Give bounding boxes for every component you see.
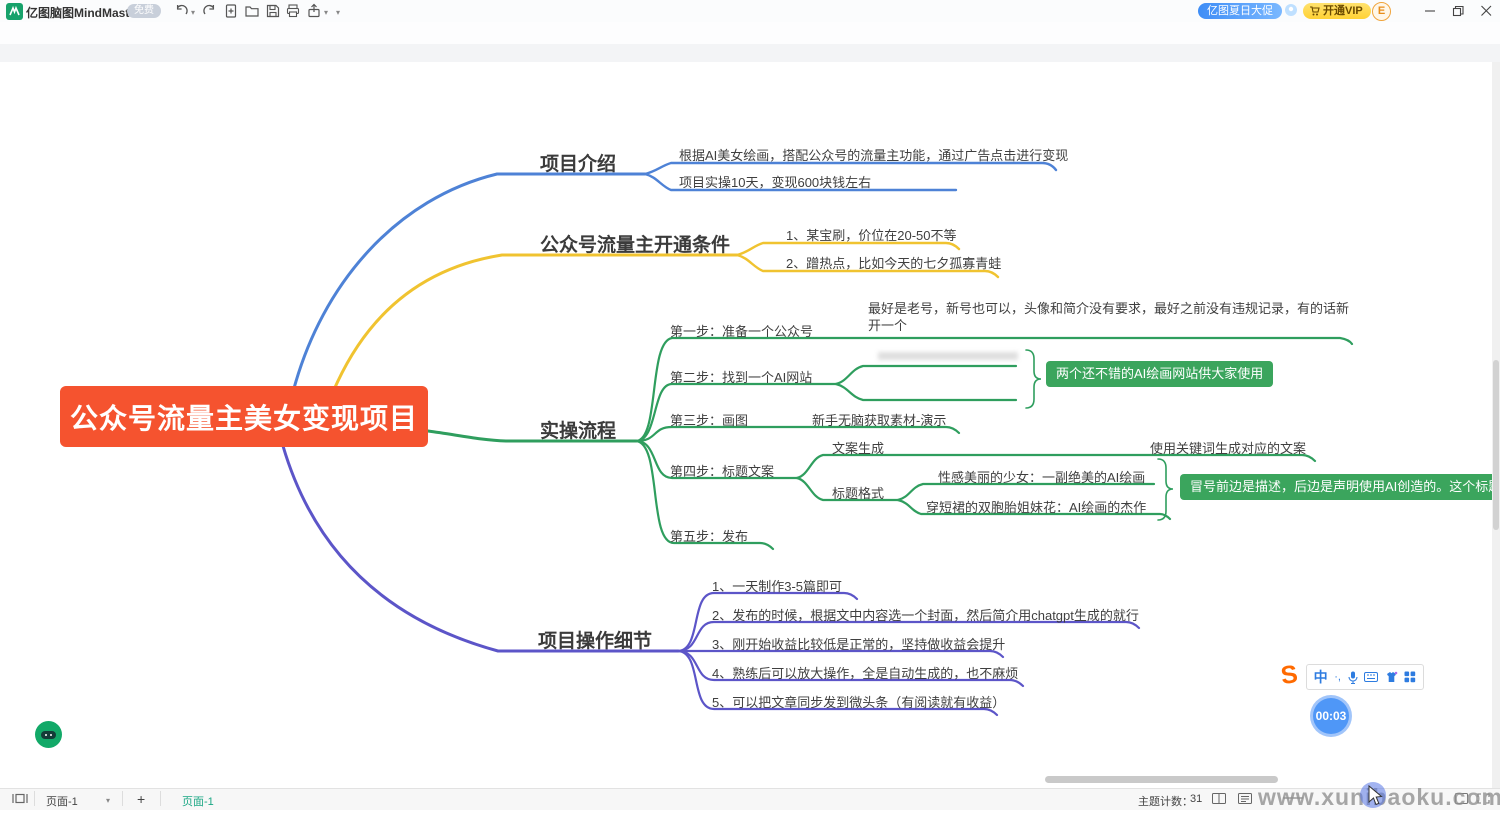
page-panel-icon[interactable] <box>12 792 28 805</box>
topic[interactable]: 1、某宝刷，价位在20-50不等 <box>786 225 956 244</box>
root-topic[interactable]: 公众号流量主美女变现项目 <box>60 386 428 447</box>
topic[interactable]: 4、熟练后可以放大操作，全是自动生成的，也不麻烦 <box>712 663 1018 682</box>
topic[interactable]: 最好是老号，新号也可以，头像和简介没有要求，最好之前没有违规记录，有的话新开一个 <box>868 300 1354 334</box>
page-tab-active[interactable]: 页面-1 <box>182 793 214 809</box>
outline-view-icon[interactable] <box>1238 793 1252 804</box>
censored-text-blur <box>878 352 1018 360</box>
robot-icon <box>41 730 56 739</box>
topic[interactable]: 5、可以把文章同步发到微头条（有阅读就有收益） <box>712 692 1005 711</box>
callout-ai-sites[interactable]: 两个还不错的AI绘画网站供大家使用 <box>1046 361 1274 387</box>
topic[interactable]: 文案生成 <box>832 438 884 457</box>
skin-icon[interactable] <box>1385 671 1398 683</box>
topic[interactable]: 第一步：准备一个公众号 <box>670 321 813 340</box>
topic[interactable]: 第三步：画图 <box>670 410 748 429</box>
add-page-button[interactable]: + <box>137 791 145 807</box>
topic[interactable]: 项目实操10天，变现600块钱左右 <box>679 172 871 191</box>
recording-timer: 00:03 <box>1310 695 1352 737</box>
page-selector-caret-icon[interactable]: ▾ <box>106 796 110 805</box>
topic[interactable]: 第四步：标题文案 <box>670 461 774 480</box>
topic[interactable]: 第二步：找到一个AI网站 <box>670 367 812 386</box>
assistant-button[interactable] <box>35 721 62 748</box>
topic[interactable]: 2、发布的时候，根据文中内容选一个封面，然后简介用chatgpt生成的就行 <box>712 605 1139 624</box>
brace-icon <box>1157 458 1174 521</box>
branch-process[interactable]: 实操流程 <box>540 416 616 443</box>
separator <box>122 791 123 806</box>
callout-title-format[interactable]: 冒号前边是描述，后边是声明使用AI创造的。这个标题格 <box>1180 474 1500 500</box>
branch-details[interactable]: 项目操作细节 <box>538 626 652 653</box>
vertical-scrollbar-thumb[interactable] <box>1493 360 1499 530</box>
separator <box>160 791 161 806</box>
topic-count-label: 主题计数： <box>1138 796 1193 808</box>
topic[interactable]: 第五步：发布 <box>670 526 748 545</box>
topic[interactable]: 根据AI美女绘画，搭配公众号的流量主功能，通过广告点击进行变现 <box>679 145 1068 164</box>
page-selector[interactable]: 页面-1 <box>46 793 78 809</box>
ime-language-toggle[interactable]: 中 <box>1314 667 1328 687</box>
toolbox-grid-icon[interactable] <box>1404 671 1416 683</box>
topic[interactable]: 1、一天制作3-5篇即可 <box>712 576 842 595</box>
topic[interactable]: 标题格式 <box>832 483 884 502</box>
topic[interactable]: 新手无脑获取素材-演示 <box>812 410 946 429</box>
separator <box>34 791 35 806</box>
topic[interactable]: 2、蹭热点，比如今天的七夕孤寡青蛙 <box>786 253 1001 272</box>
split-view-icon[interactable] <box>1212 793 1226 804</box>
topic[interactable]: 穿短裙的双胞胎姐妹花：AI绘画的杰作 <box>926 497 1146 516</box>
horizontal-scrollbar[interactable] <box>1045 776 1278 783</box>
brace-icon <box>1025 349 1042 409</box>
topic-count-value: 31 <box>1190 793 1203 805</box>
topic[interactable]: 使用关键词生成对应的文案 <box>1150 438 1306 457</box>
keyboard-icon[interactable] <box>1364 672 1379 682</box>
topic[interactable]: 3、刚开始收益比较低是正常的，坚持做收益会提升 <box>712 634 1005 653</box>
topic[interactable]: 性感美丽的少女：一副绝美的AI绘画 <box>938 467 1145 486</box>
branch-intro[interactable]: 项目介绍 <box>540 149 616 176</box>
ime-punct-toggle[interactable]: ·, <box>1334 671 1341 683</box>
mic-icon[interactable] <box>1348 671 1358 684</box>
ime-toolbar[interactable]: 中 ·, <box>1306 664 1424 690</box>
branch-conditions[interactable]: 公众号流量主开通条件 <box>540 230 730 257</box>
